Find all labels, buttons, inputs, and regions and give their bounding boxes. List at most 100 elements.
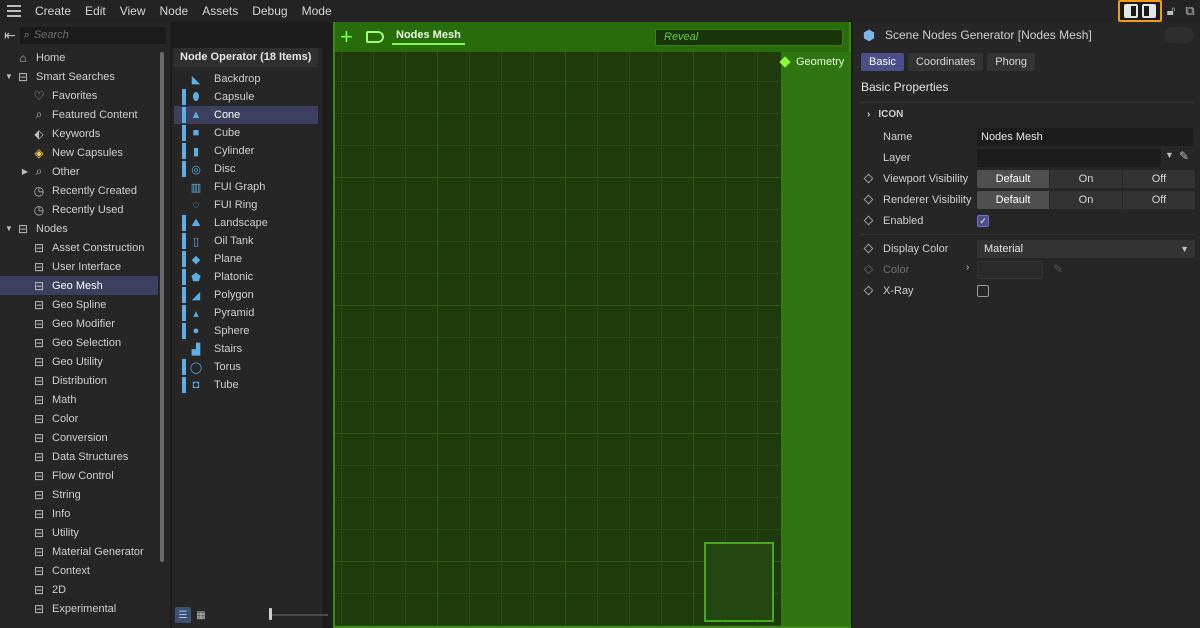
expand-arrow-icon[interactable]: ▼: [4, 72, 14, 81]
tree-item-user-interface[interactable]: ⊟ User Interface: [0, 257, 158, 276]
viewport-on-option[interactable]: On: [1049, 169, 1122, 188]
renderer-default-option[interactable]: Default: [977, 190, 1049, 209]
tree-item-context[interactable]: ⊟ Context: [0, 561, 158, 580]
icon-group[interactable]: › ICON: [859, 102, 1194, 126]
viewport-default-option[interactable]: Default: [977, 169, 1049, 188]
hamburger-icon[interactable]: [0, 0, 28, 22]
tree-item-keywords[interactable]: ⬖ Keywords: [0, 124, 158, 143]
icon-size-slider-handle[interactable]: [269, 608, 272, 620]
tree-item-other[interactable]: ▶ ⌕ Other: [0, 162, 158, 181]
lock-icon[interactable]: 🔓︎: [1164, 3, 1178, 19]
expand-arrow-icon[interactable]: ▼: [4, 224, 14, 233]
tree-item-geo-spline[interactable]: ⊟ Geo Spline: [0, 295, 158, 314]
collapse-arrow-icon[interactable]: ▶: [20, 167, 30, 176]
tab-basic[interactable]: Basic: [861, 53, 904, 71]
tree-item-geo-modifier[interactable]: ⊟ Geo Modifier: [0, 314, 158, 333]
keyframe-icon[interactable]: [863, 173, 874, 184]
dual-panel-layout-icon[interactable]: [1118, 0, 1162, 22]
node-canvas[interactable]: [335, 52, 781, 626]
tree-item-distribution[interactable]: ⊟ Distribution: [0, 371, 158, 390]
add-node-icon[interactable]: +: [340, 26, 360, 48]
menu-debug[interactable]: Debug: [245, 0, 294, 22]
operator-cone[interactable]: ▲ Cone: [174, 106, 318, 124]
tree-item-utility[interactable]: ⊟ Utility: [0, 523, 158, 542]
tree-item-recently-created[interactable]: ◷ Recently Created: [0, 181, 158, 200]
operator-cube[interactable]: ■ Cube: [174, 124, 318, 142]
tree-item-new-capsules[interactable]: ◈ New Capsules: [0, 143, 158, 162]
layer-field[interactable]: [977, 148, 1161, 167]
tree-item-math[interactable]: ⊟ Math: [0, 390, 158, 409]
renderer-off-option[interactable]: Off: [1122, 190, 1195, 209]
keyframe-icon[interactable]: [863, 243, 874, 254]
display-color-select[interactable]: Material ▼: [977, 239, 1195, 258]
tree-item-color[interactable]: ⊟ Color: [0, 409, 158, 428]
tree-item-flow-control[interactable]: ⊟ Flow Control: [0, 466, 158, 485]
menu-mode[interactable]: Mode: [295, 0, 339, 22]
tree-item-info[interactable]: ⊟ Info: [0, 504, 158, 523]
name-field[interactable]: Nodes Mesh: [977, 127, 1193, 146]
color-swatch[interactable]: [977, 260, 1043, 279]
operator-pyramid[interactable]: ▴ Pyramid: [174, 304, 318, 322]
tree-item-2d[interactable]: ⊟ 2D: [0, 580, 158, 599]
operator-cylinder[interactable]: ▮ Cylinder: [174, 142, 318, 160]
operator-oil-tank[interactable]: ▯ Oil Tank: [174, 232, 318, 250]
operator-torus[interactable]: ◯ Torus: [174, 358, 318, 376]
list-view-icon[interactable]: ☰: [175, 607, 191, 623]
geometry-port[interactable]: Geometry: [779, 56, 851, 68]
tab-phong[interactable]: Phong: [987, 53, 1036, 71]
menu-assets[interactable]: Assets: [195, 0, 245, 22]
operator-tube[interactable]: ◘ Tube: [174, 376, 318, 394]
tree-item-geo-selection[interactable]: ⊟ Geo Selection: [0, 333, 158, 352]
navigator-minimap[interactable]: [704, 542, 774, 622]
tree-item-material-generator[interactable]: ⊟ Material Generator: [0, 542, 158, 561]
viewport-off-option[interactable]: Off: [1122, 169, 1195, 188]
operator-polygon[interactable]: ◢ Polygon: [174, 286, 318, 304]
operator-sphere[interactable]: ● Sphere: [174, 322, 318, 340]
tree-item-nodes[interactable]: ▼ ⊟ Nodes: [0, 219, 158, 238]
operator-capsule[interactable]: ⬮ Capsule: [174, 88, 318, 106]
operator-disc[interactable]: ◎ Disc: [174, 160, 318, 178]
renderer-on-option[interactable]: On: [1049, 190, 1122, 209]
tree-item-favorites[interactable]: ♡ Favorites: [0, 86, 158, 105]
operator-stairs[interactable]: ▟ Stairs: [174, 340, 318, 358]
tag-icon[interactable]: [366, 31, 384, 43]
tab-coordinates[interactable]: Coordinates: [907, 53, 984, 71]
tree-item-featured-content[interactable]: ⌕ Featured Content: [0, 105, 158, 124]
operator-plane[interactable]: ◆ Plane: [174, 250, 318, 268]
menu-edit[interactable]: Edit: [78, 0, 113, 22]
popout-window-icon[interactable]: ⧉: [1183, 3, 1197, 19]
picker-icon[interactable]: ✎: [1179, 149, 1189, 163]
tree-item-home[interactable]: ⌂ Home: [0, 48, 158, 67]
menu-create[interactable]: Create: [28, 0, 78, 22]
tree-item-experimental[interactable]: ⊟ Experimental: [0, 599, 158, 618]
tree-scrollbar[interactable]: [160, 52, 164, 562]
mode-toggle[interactable]: [1164, 27, 1194, 43]
xray-checkbox[interactable]: [977, 284, 989, 297]
keyframe-icon[interactable]: [863, 285, 874, 296]
keyframe-icon[interactable]: [863, 194, 874, 205]
tree-item-data-structures[interactable]: ⊟ Data Structures: [0, 447, 158, 466]
operator-backdrop[interactable]: ◣ Backdrop: [174, 70, 318, 88]
chevron-right-icon[interactable]: ›: [966, 262, 969, 273]
operator-fui-graph[interactable]: ▥ FUI Graph: [174, 178, 318, 196]
tree-item-string[interactable]: ⊟ String: [0, 485, 158, 504]
tree-item-recently-used[interactable]: ◷ Recently Used: [0, 200, 158, 219]
operator-fui-ring[interactable]: ◌ FUI Ring: [174, 196, 318, 214]
enabled-checkbox[interactable]: ✓: [977, 214, 989, 227]
operator-landscape[interactable]: ⛰ Landscape: [174, 214, 318, 232]
tree-item-geo-utility[interactable]: ⊟ Geo Utility: [0, 352, 158, 371]
search-input[interactable]: ⌕ Search: [19, 26, 166, 44]
tab-nodes-mesh[interactable]: Nodes Mesh: [392, 29, 465, 45]
operator-platonic[interactable]: ⬟ Platonic: [174, 268, 318, 286]
reveal-input[interactable]: Reveal: [655, 29, 843, 46]
tree-item-conversion[interactable]: ⊟ Conversion: [0, 428, 158, 447]
tree-item-geo-mesh[interactable]: ⊟ Geo Mesh: [0, 276, 158, 295]
chevron-down-icon[interactable]: ▼: [1165, 150, 1174, 160]
menu-node[interactable]: Node: [153, 0, 196, 22]
keyframe-icon[interactable]: [863, 215, 874, 226]
grid-view-icon[interactable]: ▦: [193, 607, 209, 623]
icon-size-slider[interactable]: [270, 614, 328, 616]
collapse-panel-icon[interactable]: ⇤: [4, 27, 16, 44]
tree-item-smart-searches[interactable]: ▼ ⊟ Smart Searches: [0, 67, 158, 86]
tree-item-asset-construction[interactable]: ⊟ Asset Construction: [0, 238, 158, 257]
